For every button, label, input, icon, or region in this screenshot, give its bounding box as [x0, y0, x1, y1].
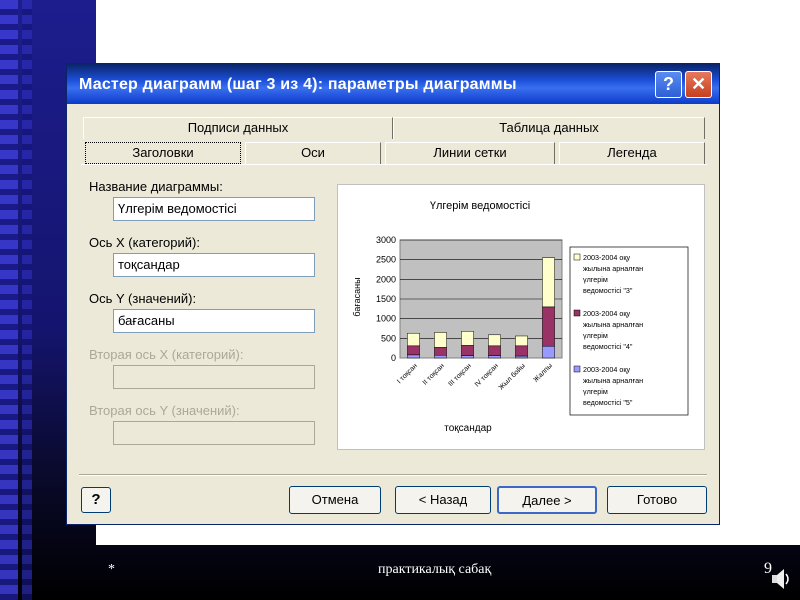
footer-star: *: [108, 562, 115, 577]
bar-0-4: [515, 355, 528, 359]
bar-0-2: [461, 355, 474, 359]
background-stripe: [0, 0, 18, 600]
chart-svg: Үлгерім ведомостісі бағасаны тоқсандар 0…: [352, 200, 689, 434]
tab-legend[interactable]: Легенда: [559, 142, 705, 164]
x-axis-input[interactable]: тоқсандар: [113, 253, 315, 277]
question-icon: ?: [663, 74, 674, 94]
x-axis-label: Ось X (категорий):: [89, 235, 200, 250]
bar-1-5: [542, 306, 555, 347]
bar-1-4: [515, 345, 528, 357]
tab-gridlines[interactable]: Линии сетки: [385, 142, 555, 164]
titlebar-close-button[interactable]: ✕: [685, 71, 712, 98]
x-tick-label: Жалпы: [532, 362, 553, 383]
y-tick-label: 500: [381, 333, 396, 343]
tab-data-labels[interactable]: Подписи данных: [83, 117, 393, 139]
close-icon: ✕: [690, 74, 707, 94]
chart-title: Үлгерім ведомостісі: [430, 200, 530, 212]
x-axis-title: тоқсандар: [444, 423, 492, 434]
tab-titles[interactable]: Заголовки: [85, 142, 241, 164]
help-button[interactable]: ?: [81, 487, 111, 513]
bar-1-3: [488, 345, 501, 356]
y-tick-label: 2000: [376, 274, 396, 284]
bar-0-5: [542, 345, 555, 359]
legend-swatch-2: [573, 253, 581, 261]
bar-2-5: [542, 257, 555, 308]
bar-2-0: [407, 332, 420, 347]
x-tick-label: I тоқсан: [396, 362, 419, 385]
title-bar[interactable]: Мастер диаграмм (шаг 3 из 4): параметры …: [67, 64, 719, 104]
cancel-button[interactable]: Отмена: [289, 486, 381, 514]
tab-data-table[interactable]: Таблица данных: [393, 117, 705, 139]
tab-baseline: [81, 164, 707, 165]
speaker-icon[interactable]: [770, 566, 792, 592]
secondary-x-axis-input: [113, 365, 315, 389]
chart-legend: 2003-2004 оқу жылына арналған үлгерім ведом…: [569, 246, 689, 416]
back-button[interactable]: < Назад: [395, 486, 491, 514]
x-tick-label: II тоқсан: [422, 362, 446, 386]
y-axis-input[interactable]: бағасаны: [113, 309, 315, 333]
chart-preview: Үлгерім ведомостісі бағасаны тоқсандар 0…: [337, 184, 705, 450]
y-tick-label: 3000: [376, 235, 396, 245]
next-button[interactable]: Далее >: [497, 486, 597, 514]
secondary-y-axis-label: Вторая ось Y (значений):: [89, 403, 240, 418]
legend-swatch-0: [573, 365, 581, 373]
background-stripe-inner: [22, 0, 32, 600]
plot-area: 0 500 1000 1500 2000 2500 3000 I тоқсан II тоқса…: [376, 235, 563, 392]
chart-title-input[interactable]: Үлгерім ведомостісі: [113, 197, 315, 221]
bar-0-0: [407, 354, 420, 359]
bar-0-3: [488, 355, 501, 359]
secondary-x-axis-label: Вторая ось X (категорий):: [89, 347, 244, 362]
y-tick-label: 0: [391, 353, 396, 363]
bar-1-2: [461, 345, 474, 356]
question-icon: ?: [91, 491, 101, 508]
tab-axes[interactable]: Оси: [245, 142, 381, 164]
chart-wizard-dialog: Мастер диаграмм (шаг 3 из 4): параметры …: [66, 63, 720, 525]
footer-caption: практикалық сабақ: [378, 562, 492, 577]
bar-1-0: [407, 345, 420, 356]
bar-2-2: [461, 331, 474, 346]
secondary-y-axis-input: [113, 421, 315, 445]
y-tick-label: 2500: [376, 255, 396, 265]
bar-1-1: [434, 347, 447, 356]
bar-0-1: [434, 354, 447, 359]
y-tick-label: 1500: [376, 294, 396, 304]
bar-2-1: [434, 332, 447, 348]
x-tick-label: IV тоқсан: [474, 362, 500, 388]
finish-button[interactable]: Готово: [607, 486, 707, 514]
chart-title-label: Название диаграммы:: [89, 179, 223, 194]
x-tick-label: Жыл бойы: [497, 362, 527, 392]
legend-swatch-1: [573, 309, 581, 317]
y-axis-title: бағасаны: [352, 277, 362, 316]
y-tick-label: 1000: [376, 314, 396, 324]
dialog-title: Мастер диаграмм (шаг 3 из 4): параметры …: [79, 76, 517, 93]
bar-2-3: [488, 334, 501, 347]
titlebar-help-button[interactable]: ?: [655, 71, 682, 98]
x-tick-label: III тоқсан: [447, 362, 473, 388]
button-separator: [79, 474, 707, 476]
bar-2-4: [515, 335, 528, 347]
y-axis-label: Ось Y (значений):: [89, 291, 197, 306]
